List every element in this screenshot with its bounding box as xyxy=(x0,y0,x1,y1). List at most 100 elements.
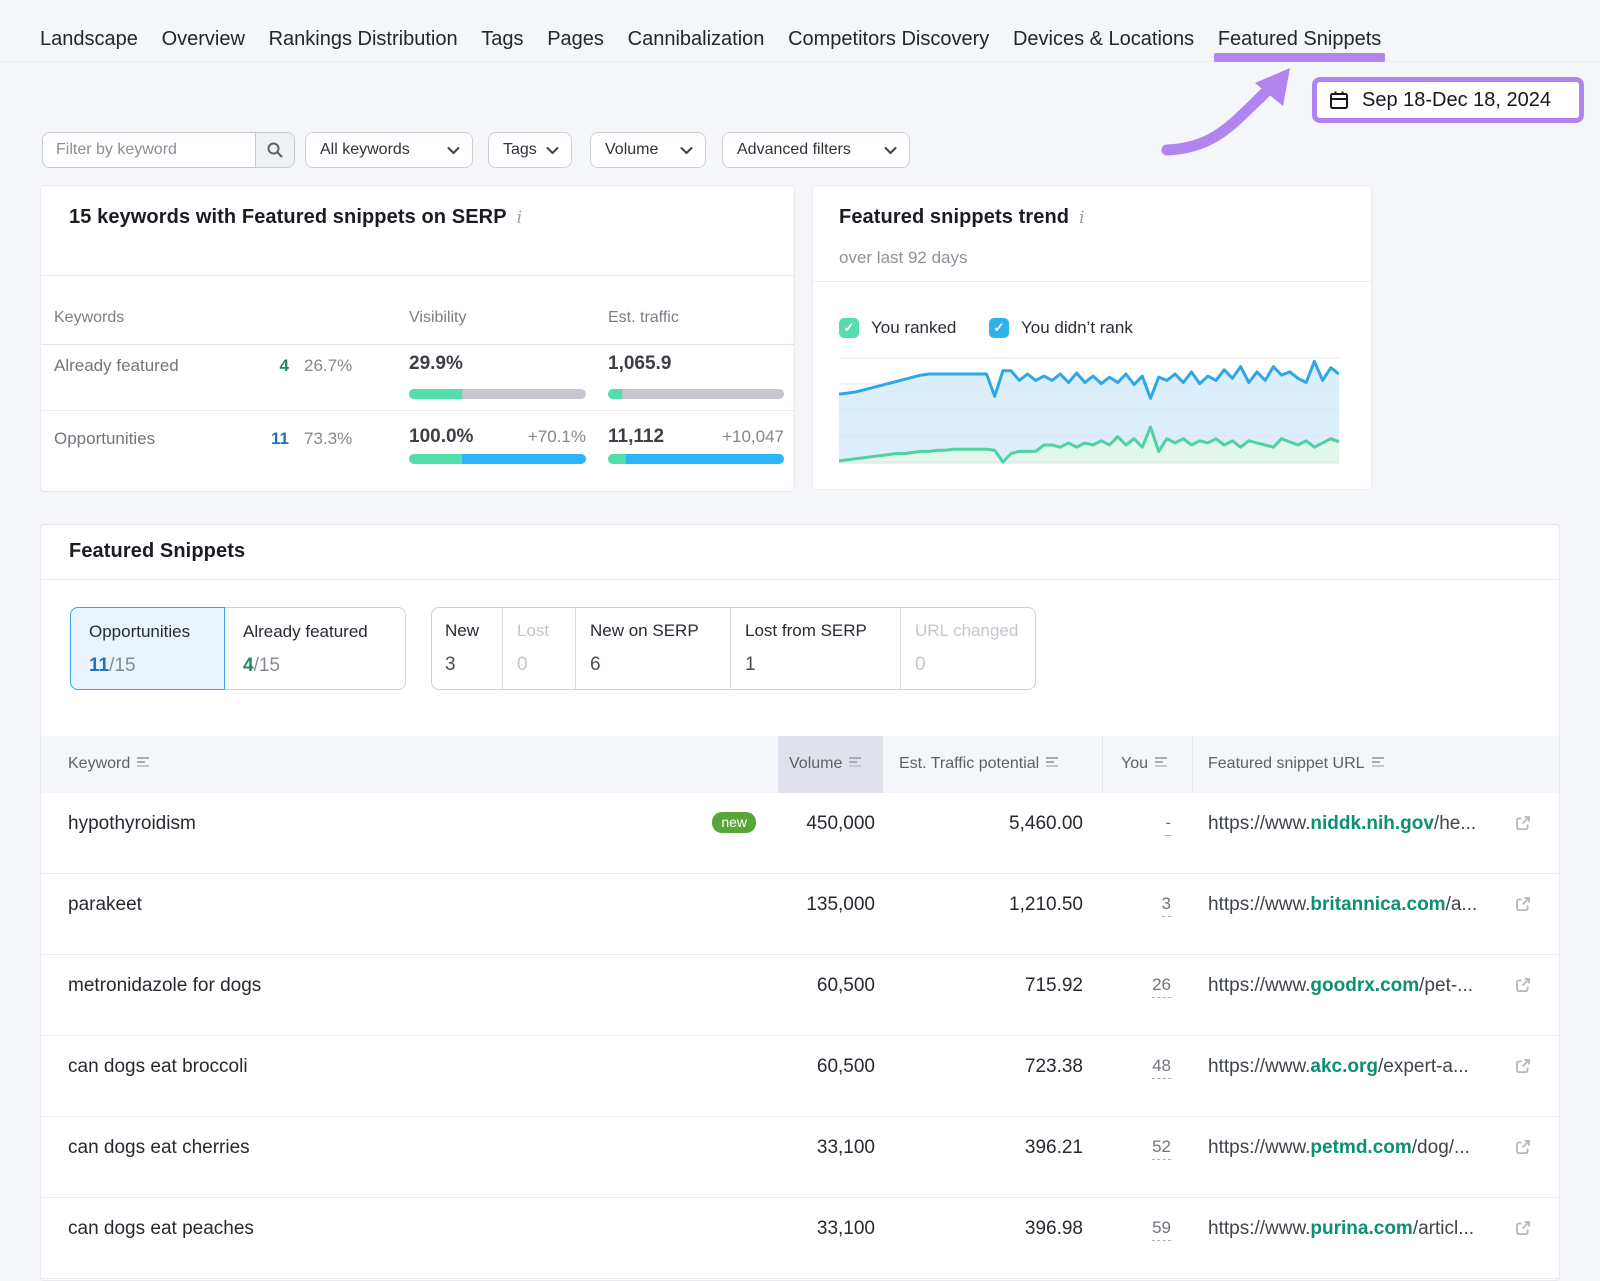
chevron-down-icon xyxy=(546,146,559,155)
nav-tab-devices-locations[interactable]: Devices & Locations xyxy=(1013,28,1194,51)
external-link-icon[interactable] xyxy=(1513,894,1533,914)
nav-tab-tags[interactable]: Tags xyxy=(481,28,523,51)
cell-volume: 33,100 xyxy=(817,1137,875,1159)
tab-new-on-serp[interactable]: New on SERP 6 xyxy=(576,607,731,690)
sort-icon xyxy=(1372,755,1386,773)
cell-est-traffic: 715.92 xyxy=(1025,975,1083,997)
cell-you: 3 xyxy=(1162,893,1171,915)
table-row[interactable]: hypothyroidism new 450,000 5,460.00 - ht… xyxy=(41,793,1559,874)
summary-row2-label: Opportunities xyxy=(54,429,155,449)
table-row[interactable]: metronidazole for dogs 60,500 715.92 26 … xyxy=(41,955,1559,1036)
cell-keyword: can dogs eat cherries xyxy=(68,1137,250,1159)
external-link-icon[interactable] xyxy=(1513,813,1533,833)
cell-est-traffic: 396.98 xyxy=(1025,1218,1083,1240)
nav-tab-rankings-distribution[interactable]: Rankings Distribution xyxy=(269,28,458,51)
nav-tab-competitors-discovery[interactable]: Competitors Discovery xyxy=(788,28,989,51)
summary-col-keywords: Keywords xyxy=(54,309,124,327)
cell-url[interactable]: https://www.petmd.com/dog/... xyxy=(1208,1137,1470,1159)
featured-snippets-card: Featured Snippets Opportunities 11/15 Al… xyxy=(40,524,1560,1281)
trend-card: Featured snippets trend i over last 92 d… xyxy=(812,185,1372,490)
summary-card-divider xyxy=(41,275,794,276)
summary-card: 15 keywords with Featured snippets on SE… xyxy=(40,185,795,492)
table-row[interactable]: can dogs eat cherries 33,100 396.21 52 h… xyxy=(41,1117,1559,1198)
summary-row1-traffic-bar xyxy=(608,389,784,399)
new-badge: new xyxy=(712,812,756,833)
info-icon[interactable]: i xyxy=(1079,208,1084,228)
active-tab-underline xyxy=(1214,53,1385,62)
cell-est-traffic: 5,460.00 xyxy=(1009,813,1083,835)
sort-icon xyxy=(137,755,151,773)
search-button[interactable] xyxy=(255,133,294,167)
chevron-down-icon xyxy=(680,146,693,155)
trend-card-title: Featured snippets trend xyxy=(839,206,1069,229)
summary-row2-visibility: 100.0% xyxy=(409,426,473,448)
you-didnt-rank-label: You didn’t rank xyxy=(1021,318,1133,338)
table-row[interactable]: can dogs eat broccoli 60,500 723.38 48 h… xyxy=(41,1036,1559,1117)
date-range-picker[interactable]: Sep 18-Dec 18, 2024 xyxy=(1312,77,1584,123)
you-didnt-rank-checkbox[interactable]: ✓ xyxy=(989,318,1009,338)
tab-url-changed[interactable]: URL changed 0 xyxy=(901,607,1036,690)
tab-lost-from-serp[interactable]: Lost from SERP 1 xyxy=(731,607,901,690)
col-keyword[interactable]: Keyword xyxy=(68,755,151,773)
you-ranked-checkbox[interactable]: ✓ xyxy=(839,318,859,338)
you-ranked-label: You ranked xyxy=(871,318,956,338)
cell-url[interactable]: https://www.purina.com/articl... xyxy=(1208,1218,1474,1240)
trend-chart xyxy=(839,353,1339,464)
tab-already-featured[interactable]: Already featured 4/15 xyxy=(225,607,406,690)
cell-you: 59 xyxy=(1152,1217,1171,1239)
table-row[interactable]: can dogs eat peaches 33,100 396.98 59 ht… xyxy=(41,1198,1559,1279)
cell-volume: 60,500 xyxy=(817,975,875,997)
col-est-traffic-potential[interactable]: Est. Traffic potential xyxy=(899,755,1060,773)
section-title: Featured Snippets xyxy=(69,540,245,562)
table-header: Keyword Volume Est. Traffic potential Yo… xyxy=(41,736,1559,793)
filter-dropdown-volume[interactable]: Volume xyxy=(590,132,706,168)
tab-opportunities[interactable]: Opportunities 11/15 xyxy=(70,607,225,690)
summary-col-est-traffic: Est. traffic xyxy=(608,309,679,327)
cell-url[interactable]: https://www.britannica.com/a... xyxy=(1208,894,1477,916)
summary-row1-share: 26.7% xyxy=(304,356,352,376)
summary-row2-traffic-delta: +10,047 xyxy=(684,427,784,447)
summary-row2-count: 11 xyxy=(249,429,289,449)
filter-dropdown-all-keywords[interactable]: All keywords xyxy=(305,132,473,168)
nav-tab-overview[interactable]: Overview xyxy=(162,28,245,51)
nav-tab-pages[interactable]: Pages xyxy=(547,28,604,51)
summary-row2-traffic-bar xyxy=(608,454,784,464)
tab-new[interactable]: New 3 xyxy=(431,607,503,690)
cell-keyword: hypothyroidism xyxy=(68,813,196,835)
external-link-icon[interactable] xyxy=(1513,1056,1533,1076)
info-icon[interactable]: i xyxy=(517,208,522,228)
external-link-icon[interactable] xyxy=(1513,1218,1533,1238)
cell-you: 52 xyxy=(1152,1136,1171,1158)
cell-url[interactable]: https://www.goodrx.com/pet-... xyxy=(1208,975,1473,997)
filter-dropdown-tags[interactable]: Tags xyxy=(488,132,572,168)
nav-tab-landscape[interactable]: Landscape xyxy=(40,28,138,51)
cell-est-traffic: 1,210.50 xyxy=(1009,894,1083,916)
table-row[interactable]: parakeet 135,000 1,210.50 3 https://www.… xyxy=(41,874,1559,955)
summary-row1-visibility: 29.9% xyxy=(409,353,463,375)
nav-tab-cannibalization[interactable]: Cannibalization xyxy=(628,28,765,51)
cell-volume: 60,500 xyxy=(817,1056,875,1078)
external-link-icon[interactable] xyxy=(1513,975,1533,995)
col-volume[interactable]: Volume xyxy=(789,755,863,773)
nav-tab-featured-snippets[interactable]: Featured Snippets xyxy=(1218,28,1381,51)
cell-keyword: parakeet xyxy=(68,894,142,916)
tab-lost[interactable]: Lost 0 xyxy=(503,607,576,690)
keyword-filter-input[interactable]: Filter by keyword xyxy=(42,132,295,168)
sort-icon xyxy=(1046,755,1060,773)
cell-url[interactable]: https://www.akc.org/expert-a... xyxy=(1208,1056,1469,1078)
col-you[interactable]: You xyxy=(1121,755,1169,773)
summary-col-visibility: Visibility xyxy=(409,309,467,327)
external-link-icon[interactable] xyxy=(1513,1137,1533,1157)
sort-icon xyxy=(1155,755,1169,773)
cell-est-traffic: 723.38 xyxy=(1025,1056,1083,1078)
cell-keyword: can dogs eat peaches xyxy=(68,1218,254,1240)
top-nav: Landscape Overview Rankings Distribution… xyxy=(0,0,1600,62)
cell-volume: 33,100 xyxy=(817,1218,875,1240)
filter-dropdown-advanced-filters[interactable]: Advanced filters xyxy=(722,132,910,168)
col-featured-snippet-url[interactable]: Featured snippet URL xyxy=(1208,755,1386,773)
cell-url[interactable]: https://www.niddk.nih.gov/he... xyxy=(1208,813,1476,835)
cell-volume: 450,000 xyxy=(806,813,875,835)
annotation-arrow xyxy=(1140,62,1320,162)
calendar-icon xyxy=(1328,89,1350,111)
cell-you: 48 xyxy=(1152,1055,1171,1077)
